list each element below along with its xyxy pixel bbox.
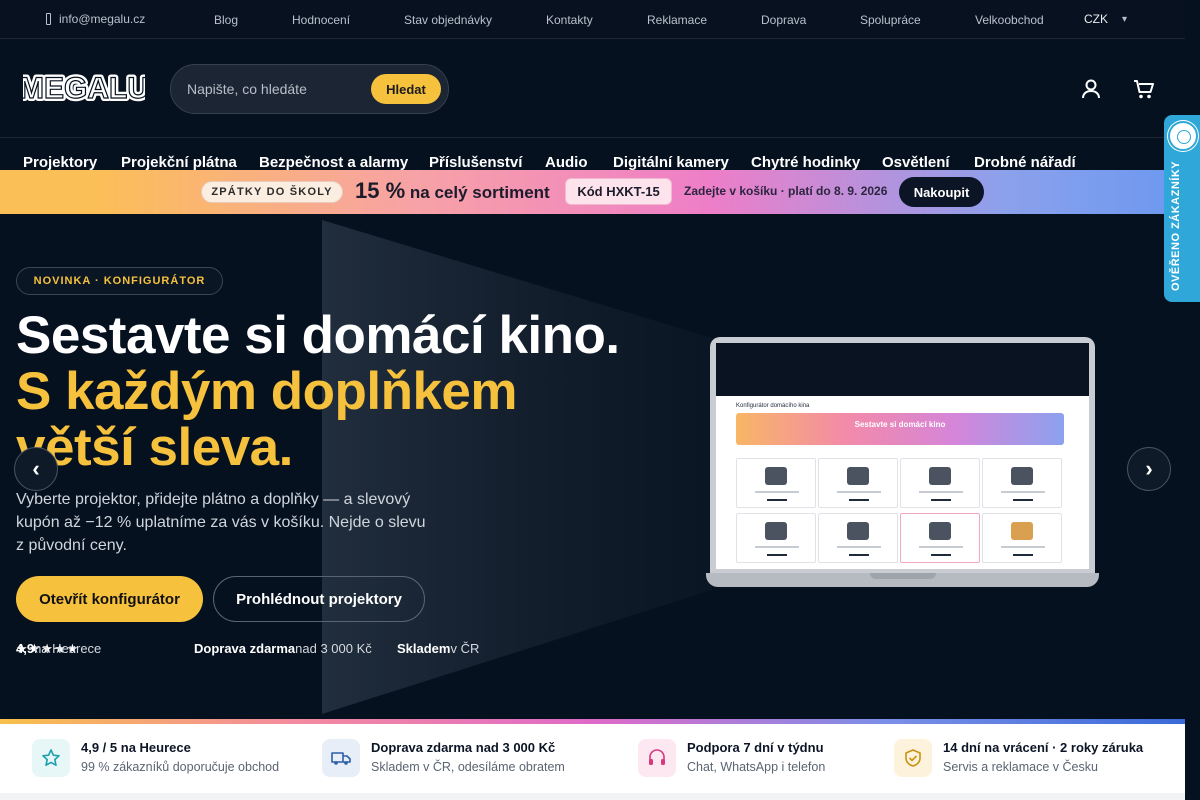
site-header: MEGALU MEGALU Hledat (0, 40, 1185, 138)
rating-suffix: na Heurece (34, 641, 102, 656)
promo-strip: ZPÁTKY DO ŠKOLY 15 % na celý sortiment K… (0, 170, 1185, 214)
laptop-notch (870, 573, 936, 579)
promo-discount: 15 % na celý sortiment (355, 178, 550, 204)
category-nav: Projektory Projekční plátna Bezpečnost a… (0, 150, 1185, 172)
category-projectors[interactable]: Projektory (23, 154, 97, 171)
search-button[interactable]: Hledat (371, 74, 441, 104)
promo-note: Zadejte v košíku · platí do 8. 9. 2026 (684, 184, 888, 198)
currency-label: CZK (1084, 12, 1108, 26)
topbar-link-wholesale[interactable]: Velkoobchod (975, 13, 1044, 27)
screen-header (716, 343, 1089, 388)
trust-desc: Chat, WhatsApp i telefon (687, 760, 826, 774)
phone-icon (46, 13, 51, 25)
category-tools[interactable]: Drobné nářadí (974, 154, 1076, 171)
trust-title: 14 dní na vrácení · 2 roky záruka (943, 740, 1144, 755)
topbar-link-cooperation[interactable]: Spolupráce (860, 13, 921, 27)
hero-title-line-3: větší sleva. (16, 418, 293, 477)
verified-badge-text: OVĚŘENO ZÁKAZNÍKY (1170, 160, 1182, 291)
stock-bold: Skladem (397, 641, 451, 656)
search-box: Hledat (170, 64, 449, 114)
svg-text:MEGALU: MEGALU (23, 72, 145, 105)
email-link[interactable]: info@megalu.cz (46, 12, 145, 26)
star-icon (32, 739, 70, 777)
screen-banner-text: Sestavte si domácí kino (854, 420, 946, 429)
headset-icon (638, 739, 676, 777)
hero-badge: NOVINKA · KONFIGURÁTOR (16, 267, 223, 295)
search-input[interactable] (187, 79, 367, 99)
laptop-screen: Konfigurátor domácího kina Sestavte si d… (716, 343, 1089, 569)
screen-product-card (736, 513, 816, 563)
screen-nav (716, 388, 1089, 396)
screen-product-card (900, 513, 980, 563)
hero-title: Sestavte si domácí kino. S každým doplňk… (16, 308, 620, 476)
category-audio[interactable]: Audio (545, 154, 588, 171)
screen-product-card (818, 458, 898, 508)
category-lighting[interactable]: Osvětlení (882, 154, 950, 171)
hero-section: NOVINKA · KONFIGURÁTOR Sestavte si domác… (0, 214, 1185, 720)
verified-seal-icon (1168, 121, 1198, 151)
top-utility-bar: info@megalu.cz Blog Hodnocení Stav objed… (0, 0, 1185, 39)
category-accessories[interactable]: Příslušenství (429, 154, 522, 171)
promo-code: Kód HXKT-15 (565, 178, 672, 205)
promo-percent: 15 % (355, 178, 406, 203)
screen-product-card (982, 458, 1062, 508)
browse-projectors-button[interactable]: Prohlédnout projektory (213, 576, 425, 622)
carousel-next-button[interactable]: › (1127, 447, 1171, 491)
promo-shop-button[interactable]: Nakoupit (899, 177, 984, 207)
shipping-bold: Doprava zdarma (194, 641, 296, 656)
topbar-link-reviews[interactable]: Hodnocení (292, 13, 350, 27)
trust-title: 4,9 / 5 na Heurece (81, 740, 191, 755)
bottom-strip (0, 793, 1185, 800)
stock-rest: v ČR (450, 641, 480, 656)
trust-title: Podpora 7 dní v týdnu (687, 740, 824, 755)
screen-banner: Sestavte si domácí kino (736, 413, 1064, 445)
trust-title: Doprava zdarma nad 3 000 Kč (371, 740, 556, 755)
email-text: info@megalu.cz (59, 12, 146, 26)
carousel-prev-button[interactable]: ‹ (14, 447, 58, 491)
topbar-link-blog[interactable]: Blog (214, 13, 238, 27)
category-projection-screens[interactable]: Projekční plátna (121, 154, 237, 171)
screen-product-card (900, 458, 980, 508)
topbar-link-shipping[interactable]: Doprava (761, 13, 806, 27)
screen-product-card (736, 458, 816, 508)
currency-selector[interactable]: CZK ▾ (1084, 12, 1127, 26)
promo-percent-text: na celý sortiment (409, 183, 550, 202)
laptop-lid: Konfigurátor domácího kina Sestavte si d… (710, 337, 1095, 577)
screen-product-card (818, 513, 898, 563)
topbar-link-complaints[interactable]: Reklamace (647, 13, 707, 27)
truck-icon (322, 739, 360, 777)
hero-title-line-1: Sestavte si domácí kino. (16, 306, 620, 365)
hero-title-line-2: S každým doplňkem (16, 362, 518, 421)
shipping-rest: nad 3 000 Kč (295, 641, 372, 656)
trust-desc: Servis a reklamace v Česku (943, 760, 1098, 774)
trust-desc: 99 % zákazníků doporučuje obchod (81, 760, 280, 774)
shield-check-icon (894, 739, 932, 777)
promo-tag: ZPÁTKY DO ŠKOLY (201, 181, 343, 203)
hero-subtitle: Vyberte projektor, přidejte plátno a dop… (16, 491, 426, 554)
category-security[interactable]: Bezpečnost a alarmy (259, 154, 408, 171)
cart-icon[interactable] (1133, 78, 1155, 100)
open-configurator-button[interactable]: Otevřít konfigurátor (16, 576, 203, 622)
megalu-logo[interactable]: MEGALU MEGALU (23, 71, 145, 105)
verified-customers-badge[interactable]: OVĚŘENO ZÁKAZNÍKY (1164, 115, 1200, 302)
user-icon[interactable] (1080, 78, 1102, 100)
trust-bar: 4,9 / 5 na Heurece 99 % zákazníků doporu… (0, 724, 1185, 793)
chevron-down-icon: ▾ (1122, 14, 1128, 25)
laptop-mockup: Konfigurátor domácího kina Sestavte si d… (706, 337, 1099, 592)
topbar-link-contacts[interactable]: Kontakty (546, 13, 593, 27)
screen-heading: Konfigurátor domácího kina (736, 403, 810, 409)
topbar-link-order-status[interactable]: Stav objednávky (404, 13, 492, 27)
category-smartwatches[interactable]: Chytré hodinky (751, 154, 860, 171)
trust-desc: Skladem v ČR, odesíláme obratem (371, 760, 565, 774)
category-digital-cameras[interactable]: Digitální kamery (613, 154, 729, 171)
screen-product-card (982, 513, 1062, 563)
